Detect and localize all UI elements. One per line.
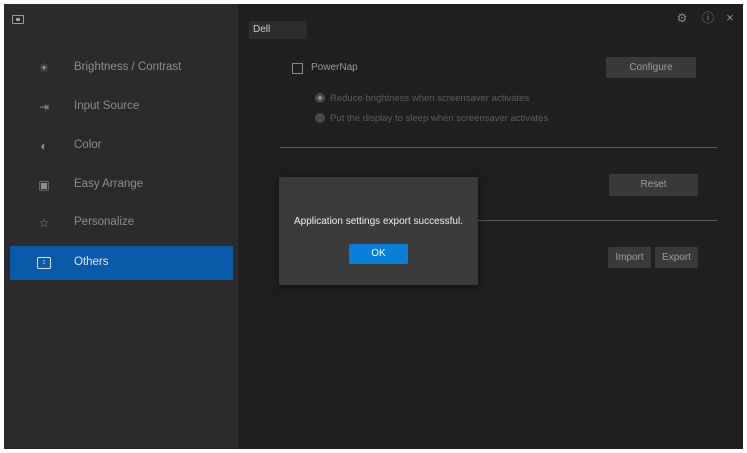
monitor-icon (12, 15, 24, 24)
sidebar-item-color[interactable]: ◐ Color (10, 129, 233, 163)
others-icon: ↕ (37, 257, 51, 269)
sidebar-item-label: Brightness / Contrast (74, 61, 182, 73)
palette-icon: ◐ (40, 139, 48, 153)
sun-icon: ☀ (38, 61, 50, 75)
radio-label: Put the display to sleep when screensave… (330, 113, 549, 124)
app-window: ⚙ ⓘ × Dell ☀ Brightness / Contrast ⇥ Inp… (4, 4, 743, 449)
powernap-checkbox[interactable] (292, 63, 303, 74)
reset-button[interactable]: Reset (609, 174, 698, 196)
powernap-label: PowerNap (311, 62, 358, 73)
sidebar-item-others[interactable]: ↕ Others (10, 246, 233, 280)
titlebar: ⚙ ⓘ × (4, 4, 743, 34)
configure-button[interactable]: Configure (606, 57, 696, 78)
ok-button[interactable]: OK (349, 244, 408, 264)
sidebar-item-label: Others (74, 256, 109, 268)
radio-label: Reduce brightness when screensaver activ… (330, 93, 530, 104)
radio-reduce-brightness[interactable] (315, 93, 325, 103)
star-icon: ☆ (38, 216, 50, 230)
sidebar-item-brightness-contrast[interactable]: ☀ Brightness / Contrast (10, 51, 233, 85)
radio-display-sleep[interactable] (315, 113, 325, 123)
close-icon[interactable]: × (722, 10, 738, 26)
export-button[interactable]: Export (655, 247, 698, 268)
sidebar-item-label: Personalize (74, 216, 135, 228)
sidebar-item-label: Easy Arrange (74, 178, 144, 190)
help-icon[interactable]: ⓘ (700, 10, 716, 26)
sidebar-item-label: Input Source (74, 100, 140, 112)
sidebar-item-label: Color (74, 139, 102, 151)
import-button[interactable]: Import (608, 247, 651, 268)
sidebar-item-input-source[interactable]: ⇥ Input Source (10, 90, 233, 124)
sidebar-item-easy-arrange[interactable]: ▣ Easy Arrange (10, 168, 233, 202)
export-success-dialog: Application settings export successful. … (279, 177, 478, 285)
sidebar-item-personalize[interactable]: ☆ Personalize (10, 206, 233, 240)
monitor-tab[interactable]: Dell (249, 21, 307, 39)
input-source-icon: ⇥ (38, 100, 50, 114)
gear-icon[interactable]: ⚙ (674, 10, 690, 26)
layout-icon: ▣ (38, 178, 50, 192)
dialog-message: Application settings export successful. (294, 216, 463, 227)
divider (280, 147, 717, 148)
